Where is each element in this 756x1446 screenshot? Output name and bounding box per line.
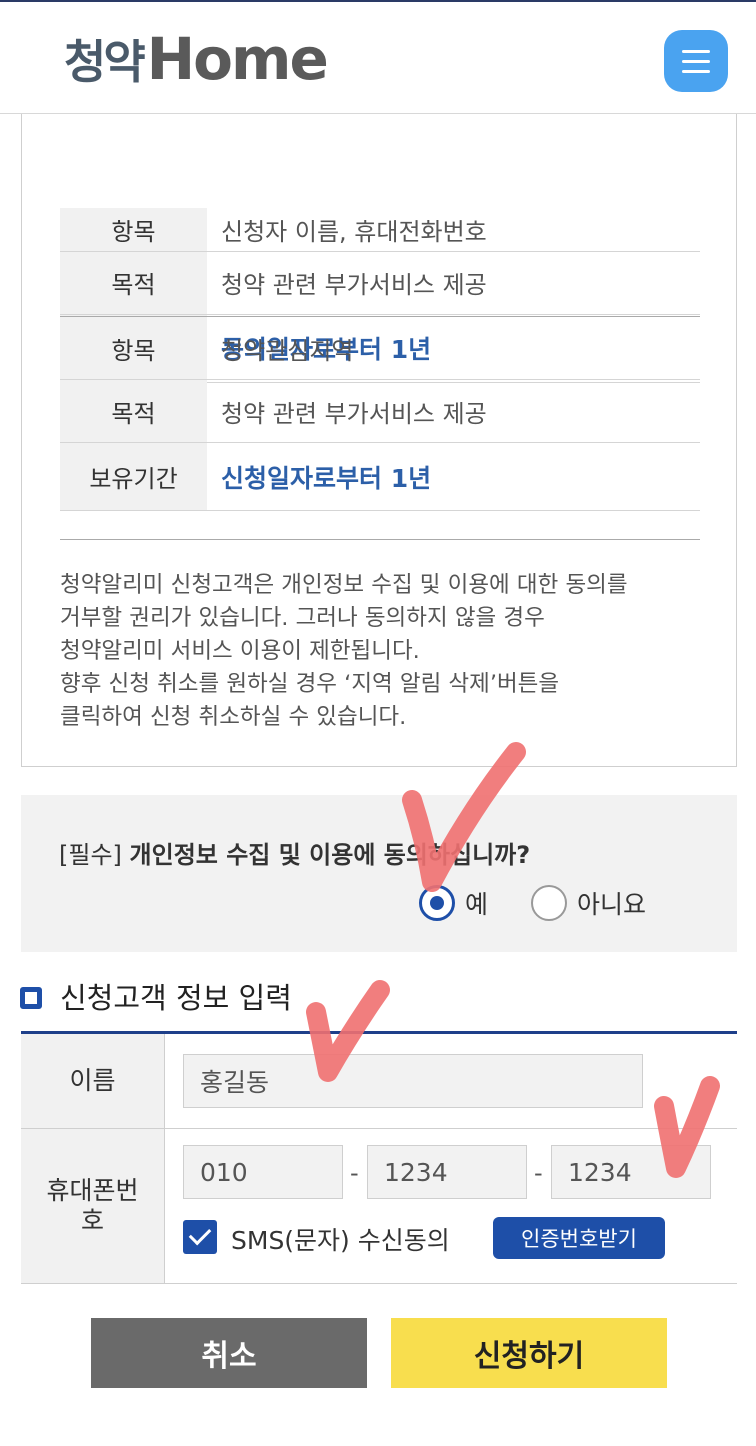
header: 청약 Home bbox=[0, 0, 756, 114]
table-row: 항목 청약관심지역 bbox=[60, 316, 700, 380]
required-prefix: [필수] bbox=[59, 841, 122, 869]
table-value: 청약관심지역 bbox=[207, 316, 700, 380]
table-key: 목적 bbox=[60, 379, 207, 443]
section-title-text: 신청고객 정보 입력 bbox=[60, 981, 292, 1015]
radio-label: 예 bbox=[465, 890, 489, 919]
radio-unchecked-icon bbox=[531, 885, 567, 921]
phone-input-2[interactable]: 1234 bbox=[367, 1145, 527, 1199]
square-bullet-icon bbox=[20, 987, 42, 1009]
table-key: 보유기간 bbox=[60, 442, 207, 511]
table-value: 청약 관련 부가서비스 제공 bbox=[207, 251, 700, 315]
phone-input-1[interactable]: 010 bbox=[183, 1145, 343, 1199]
phone-separator: - bbox=[534, 1159, 543, 1187]
agreement-question-text: 개인정보 수집 및 이용에 동의하십니까? bbox=[129, 841, 531, 869]
radio-label: 아니요 bbox=[577, 890, 647, 919]
section-title: 신청고객 정보 입력 bbox=[20, 975, 292, 1017]
table-key: 목적 bbox=[60, 251, 207, 315]
logo-korean-text: 청약 bbox=[64, 35, 146, 89]
table-value: 청약 관련 부가서비스 제공 bbox=[207, 379, 700, 443]
hamburger-menu-icon[interactable] bbox=[664, 30, 728, 92]
table-row: 목적 청약 관련 부가서비스 제공 bbox=[60, 251, 700, 315]
apply-button[interactable]: 신청하기 bbox=[391, 1318, 667, 1388]
sms-consent-label: SMS(문자) 수신동의 bbox=[231, 1226, 450, 1255]
form-row-name: 이름 홍길동 bbox=[21, 1034, 737, 1129]
form-row-phone: 휴대폰번호 010 - 1234 - 1234 SMS(문자) 수신동의 인증번… bbox=[21, 1129, 737, 1284]
phone-field-cell: 010 - 1234 - 1234 SMS(문자) 수신동의 인증번호받기 bbox=[165, 1129, 737, 1283]
consent-panel: 항목 신청자 이름, 휴대전화번호 목적 청약 관련 부가서비스 제공 보유기간… bbox=[21, 114, 737, 767]
agree-no-radio[interactable]: 아니요 bbox=[531, 885, 646, 921]
logo[interactable]: 청약 Home bbox=[64, 24, 329, 94]
request-verification-code-button[interactable]: 인증번호받기 bbox=[493, 1217, 665, 1259]
notice-line: 청약알리미 서비스 이용이 제한됩니다. bbox=[60, 638, 420, 664]
table-value: 신청자 이름, 휴대전화번호 bbox=[207, 208, 700, 252]
notice-line: 거부할 권리가 있습니다. 그러나 동의하지 않을 경우 bbox=[60, 605, 545, 631]
phone-input-3[interactable]: 1234 bbox=[551, 1145, 711, 1199]
agree-yes-radio[interactable]: 예 bbox=[419, 885, 488, 921]
phone-separator: - bbox=[350, 1159, 359, 1187]
agreement-question: [필수] 개인정보 수집 및 이용에 동의하십니까? bbox=[59, 835, 530, 870]
name-input[interactable]: 홍길동 bbox=[183, 1054, 643, 1108]
table-key: 항목 bbox=[60, 208, 207, 252]
phone-label: 휴대폰번호 bbox=[21, 1129, 165, 1283]
notice-line: 향후 신청 취소를 원하실 경우 ‘지역 알림 삭제’버튼을 bbox=[60, 671, 560, 697]
table-row: 보유기간 신청일자로부터 1년 bbox=[60, 442, 700, 511]
table-row: 목적 청약 관련 부가서비스 제공 bbox=[60, 379, 700, 443]
name-field-cell: 홍길동 bbox=[165, 1034, 737, 1128]
sms-consent-checkbox[interactable] bbox=[183, 1220, 217, 1254]
consent-table-region: 항목 청약관심지역 목적 청약 관련 부가서비스 제공 보유기간 신청일자로부터… bbox=[60, 316, 700, 511]
table-key: 항목 bbox=[60, 316, 207, 380]
cancel-button[interactable]: 취소 bbox=[91, 1318, 367, 1388]
table-row: 항목 신청자 이름, 휴대전화번호 bbox=[60, 208, 700, 252]
name-label: 이름 bbox=[21, 1034, 165, 1128]
divider bbox=[60, 539, 700, 540]
logo-english-text: Home bbox=[146, 25, 329, 93]
customer-form: 이름 홍길동 휴대폰번호 010 - 1234 - 1234 SMS(문자) 수… bbox=[21, 1031, 737, 1284]
radio-checked-icon bbox=[419, 885, 455, 921]
retention-period-value: 신청일자로부터 1년 bbox=[207, 442, 700, 511]
notice-line: 청약알리미 신청고객은 개인정보 수집 및 이용에 대한 동의를 bbox=[60, 572, 628, 598]
notice-line: 클릭하여 신청 취소하실 수 있습니다. bbox=[60, 704, 407, 730]
consent-notice: 청약알리미 신청고객은 개인정보 수집 및 이용에 대한 동의를 거부할 권리가… bbox=[60, 569, 710, 734]
phone-label-text: 휴대폰번호 bbox=[46, 1176, 139, 1235]
agreement-box: [필수] 개인정보 수집 및 이용에 동의하십니까? 예 아니요 bbox=[21, 795, 737, 952]
